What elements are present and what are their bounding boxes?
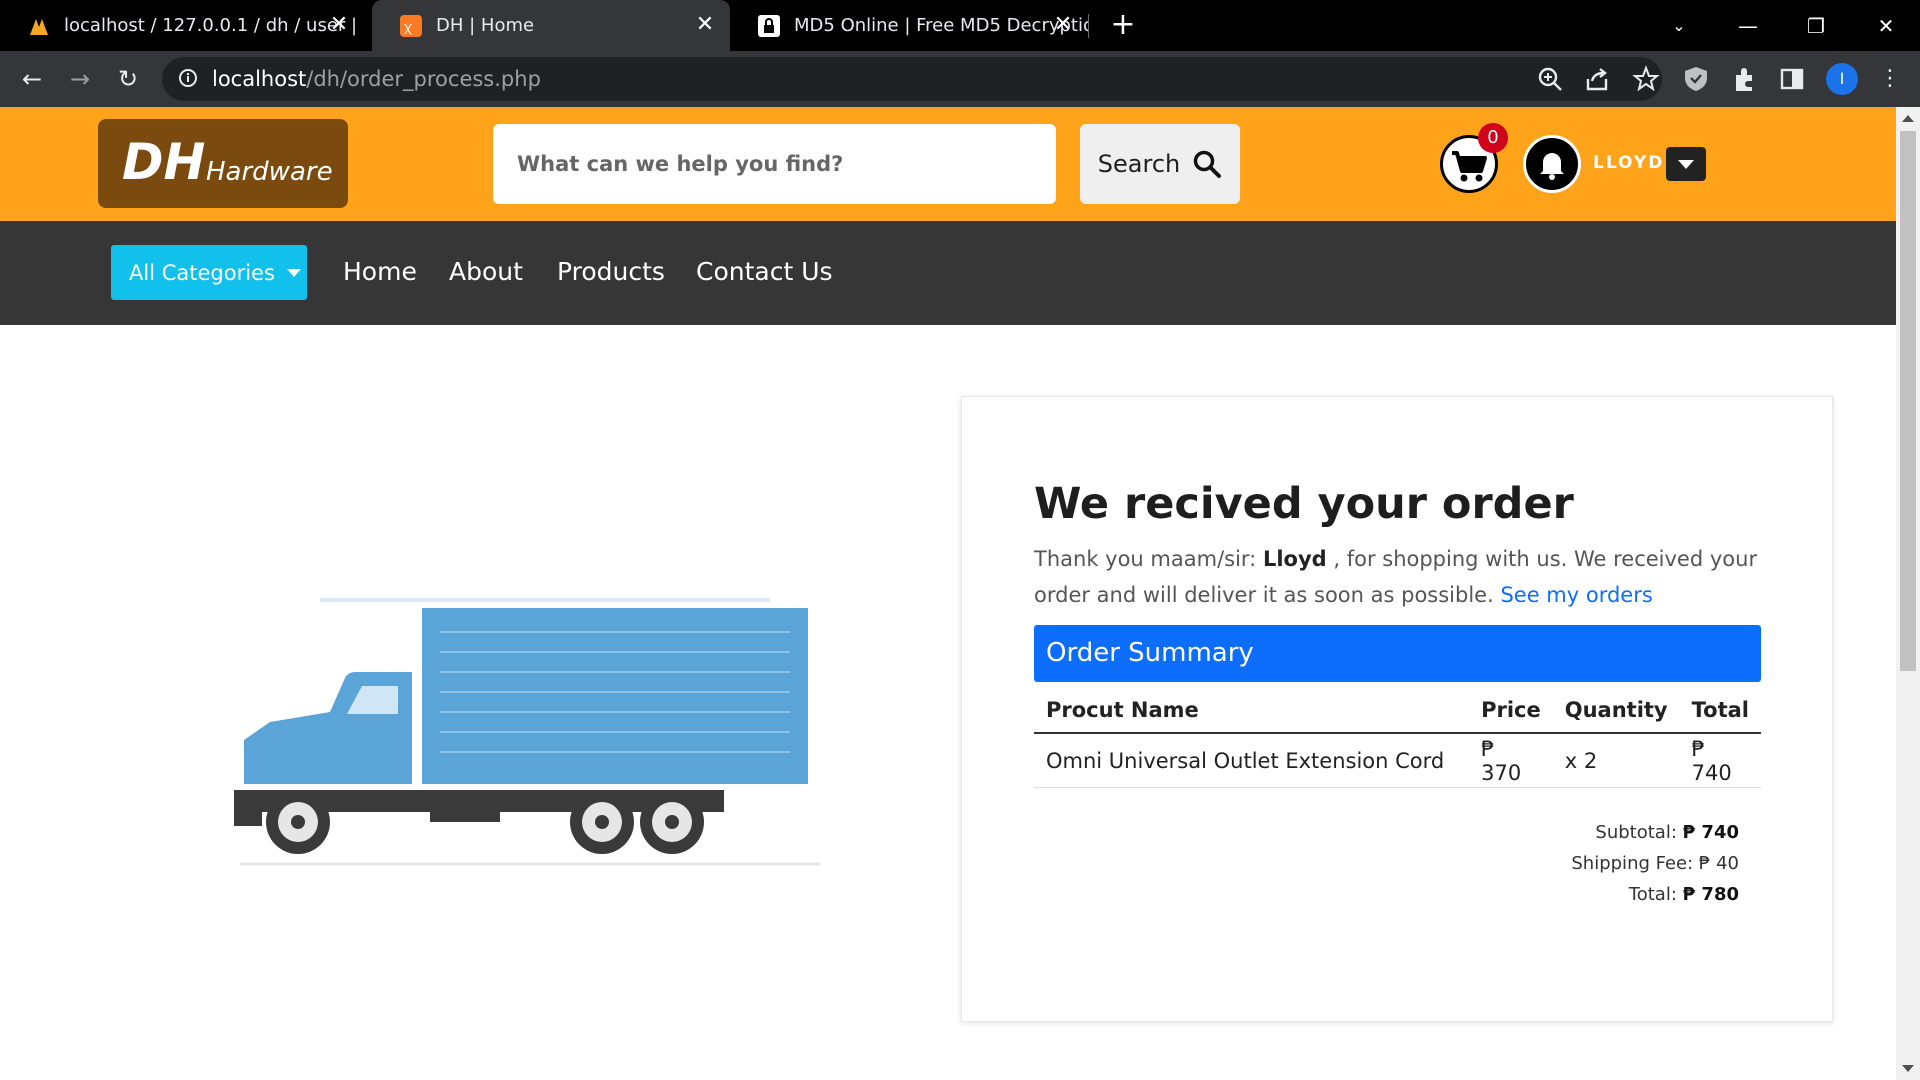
bell-icon: [1540, 153, 1564, 180]
tab-title: DH | Home: [436, 15, 535, 36]
nav-link-about[interactable]: About: [449, 257, 523, 286]
cart-count-badge: 0: [1478, 123, 1508, 153]
scroll-down-arrow[interactable]: [1902, 1065, 1914, 1072]
logo-sub-text: Hardware: [206, 157, 333, 187]
url-text: localhost/dh/order_process.php: [212, 67, 541, 91]
scroll-up-arrow[interactable]: [1902, 115, 1914, 122]
product-total: ₱ 740: [1679, 733, 1761, 788]
info-icon[interactable]: [178, 68, 198, 88]
minimize-button[interactable]: —: [1730, 8, 1766, 44]
lock-icon: [758, 14, 780, 37]
menu-icon[interactable]: ⋮: [1874, 63, 1906, 95]
xampp-icon: ꭓ: [400, 14, 422, 37]
column-header: Procut Name: [1034, 688, 1470, 734]
tab-title: localhost / 127.0.0.1 / dh / user |: [64, 15, 358, 36]
user-menu-dropdown[interactable]: [1666, 147, 1706, 181]
browser-tab-bar: localhost / 127.0.0.1 / dh / user | ✕ ꭓ …: [0, 0, 1920, 51]
order-totals: Subtotal: ₱ 740 Shipping Fee: ₱ 40 Total…: [1571, 817, 1739, 910]
subtotal-line: Subtotal: ₱ 740: [1595, 822, 1739, 843]
address-bar[interactable]: localhost/dh/order_process.php: [162, 57, 1662, 101]
bookmark-star-icon[interactable]: [1632, 65, 1660, 93]
close-icon[interactable]: ✕: [328, 14, 350, 36]
thank-you-message: Thank you maam/sir: Lloyd , for shopping…: [1034, 547, 1758, 607]
tab-search-icon[interactable]: ⌄: [1661, 8, 1697, 44]
order-title: We recived your order: [1034, 479, 1574, 529]
close-icon[interactable]: ✕: [694, 14, 716, 36]
reload-button[interactable]: ↻: [112, 63, 144, 95]
search-icon: [1193, 150, 1222, 178]
new-tab-button[interactable]: +: [1108, 10, 1138, 40]
search-button[interactable]: Search: [1080, 124, 1240, 204]
close-icon[interactable]: ✕: [1052, 14, 1074, 36]
site-logo[interactable]: DH Hardware: [98, 119, 348, 208]
logo-main-text: DH: [122, 133, 206, 191]
nav-link-products[interactable]: Products: [557, 257, 665, 286]
all-categories-label: All Categories: [129, 260, 275, 285]
extensions-icon[interactable]: [1730, 65, 1758, 93]
side-panel-icon[interactable]: [1778, 65, 1806, 93]
customer-name: Lloyd: [1262, 547, 1327, 571]
column-header: Price: [1469, 688, 1553, 734]
zoom-icon[interactable]: [1536, 65, 1564, 93]
notifications-button[interactable]: [1523, 135, 1581, 193]
main-nav: All Categories Home About Products Conta…: [0, 221, 1896, 325]
restore-button[interactable]: ❐: [1798, 8, 1834, 44]
forward-button[interactable]: →: [64, 63, 96, 95]
see-my-orders-link[interactable]: See my orders: [1500, 583, 1652, 607]
column-header: Total: [1679, 688, 1761, 734]
phpmyadmin-icon: [30, 18, 48, 35]
product-price: ₱ 370: [1469, 733, 1553, 788]
table-row: Omni Universal Outlet Extension Cord ₱ 3…: [1034, 733, 1761, 788]
search-input[interactable]: [493, 124, 1056, 204]
grand-total-line: Total: ₱ 780: [1628, 884, 1739, 905]
tab-md5-online[interactable]: MD5 Online | Free MD5 Decryptio ✕: [730, 0, 1088, 51]
search-button-label: Search: [1097, 150, 1181, 178]
browser-toolbar: ← → ↻ localhost/dh/order_process.php I ⋮: [0, 51, 1920, 107]
tab-phpmyadmin[interactable]: localhost / 127.0.0.1 / dh / user | ✕: [0, 0, 364, 51]
order-summary-header: Order Summary: [1034, 625, 1761, 682]
product-name: Omni Universal Outlet Extension Cord: [1034, 733, 1470, 788]
product-quantity: x 2: [1552, 733, 1680, 788]
shield-icon[interactable]: [1682, 65, 1710, 93]
delivery-truck-illustration: [234, 598, 820, 866]
table-header-row: Procut Name Price Quantity Total: [1034, 688, 1761, 734]
site-header: DH Hardware Search 0 LLOYD: [0, 107, 1896, 221]
order-confirmation-card: We recived your order Thank you maam/sir…: [961, 396, 1833, 1022]
tab-title: MD5 Online | Free MD5 Decryptio: [794, 15, 1088, 36]
user-name: LLOYD: [1593, 153, 1665, 173]
back-button[interactable]: ←: [16, 63, 48, 95]
caret-down-icon: [286, 268, 301, 277]
nav-link-contact[interactable]: Contact Us: [696, 257, 833, 286]
tab-separator: [1088, 14, 1089, 38]
profile-avatar[interactable]: I: [1826, 63, 1858, 95]
order-table: Procut Name Price Quantity Total Omni Un…: [1034, 688, 1761, 788]
page-scrollbar[interactable]: [1896, 107, 1920, 1080]
scrollbar-thumb[interactable]: [1900, 131, 1916, 671]
shipping-fee-line: Shipping Fee: ₱ 40: [1571, 853, 1739, 874]
svg-text:ꭓ: ꭓ: [404, 20, 412, 35]
tab-dh-home[interactable]: ꭓ DH | Home ✕: [372, 0, 730, 51]
share-icon[interactable]: [1584, 65, 1612, 93]
all-categories-button[interactable]: All Categories: [111, 245, 307, 300]
column-header: Quantity: [1552, 688, 1680, 734]
nav-link-home[interactable]: Home: [343, 257, 417, 286]
close-window-button[interactable]: ✕: [1868, 8, 1904, 44]
